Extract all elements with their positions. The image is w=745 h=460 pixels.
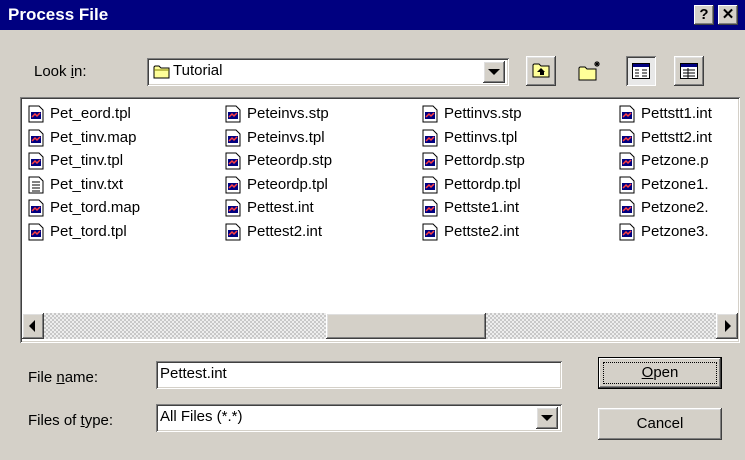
- file-name-text: Peteordp.tpl: [247, 175, 328, 193]
- window-title: Process File: [8, 5, 109, 24]
- file-name-text: Pettordp.tpl: [444, 175, 521, 193]
- file-name-text: Petzone.p: [641, 152, 709, 169]
- document-icon: [619, 152, 635, 170]
- scroll-right-button[interactable]: [716, 313, 738, 339]
- document-icon: [422, 223, 438, 241]
- file-name-text: Pettstt1.int: [641, 105, 712, 122]
- file-name-text: Pet_tord.map: [50, 199, 141, 216]
- file-name-text: Pettste2.int: [444, 222, 520, 240]
- look-in-value: Tutorial: [173, 62, 223, 79]
- list-view-button[interactable]: [626, 56, 656, 86]
- file-name-text: Pet_tinv.tpl: [50, 152, 124, 169]
- file-name-text: Pettordp.stp: [444, 152, 525, 169]
- file-name-text: Pettste1.int: [444, 199, 520, 216]
- file-name-text: Peteordp.stp: [247, 152, 333, 169]
- file-name-text: Pet_eord.tpl: [50, 105, 131, 122]
- title-bar[interactable]: Process File ? ✕: [0, 0, 745, 30]
- document-icon: [225, 105, 241, 123]
- open-button[interactable]: Open: [598, 357, 722, 389]
- horizontal-scrollbar[interactable]: [22, 313, 738, 339]
- look-in-dropdown[interactable]: Tutorial: [147, 58, 509, 86]
- file-name-text: Petzone1.: [641, 175, 709, 193]
- document-icon: [619, 105, 635, 123]
- file-name-text: Pet_tinv.map: [50, 128, 137, 146]
- document-icon: [422, 129, 438, 147]
- document-icon: [422, 199, 438, 217]
- file-name-text: Pet_tinv.txt: [50, 175, 124, 193]
- document-icon: [225, 223, 241, 241]
- scroll-thumb[interactable]: [326, 313, 486, 339]
- chevron-down-icon: [541, 415, 553, 421]
- document-icon: [422, 105, 438, 123]
- text-file-icon: [28, 176, 44, 194]
- new-folder-button[interactable]: [574, 56, 604, 86]
- file-name-text: Pettest2.int: [247, 222, 323, 240]
- document-icon: [28, 105, 44, 123]
- document-icon: [225, 152, 241, 170]
- new-folder-icon: [578, 61, 600, 81]
- help-button[interactable]: ?: [694, 5, 714, 25]
- scroll-left-button[interactable]: [22, 313, 44, 339]
- folder-icon: [153, 65, 170, 79]
- up-one-level-icon: [532, 63, 550, 78]
- focus-ring: [603, 362, 717, 384]
- document-icon: [225, 199, 241, 217]
- details-view-button[interactable]: [674, 56, 704, 86]
- file-name-text: Peteinvs.stp: [247, 105, 329, 122]
- help-icon: ?: [699, 6, 709, 23]
- list-view-icon: [632, 63, 650, 79]
- details-view-icon: [680, 63, 698, 79]
- file-type-dropdown[interactable]: All Files (*.*): [156, 404, 562, 432]
- arrow-right-icon: [725, 320, 731, 332]
- document-icon: [28, 223, 44, 241]
- file-type-value: All Files (*.*): [160, 408, 243, 425]
- arrow-left-icon: [29, 320, 35, 332]
- file-name-text: Pettinvs.tpl: [444, 128, 518, 146]
- file-name-text: Petzone3.: [641, 222, 709, 240]
- file-type-dropdown-button[interactable]: [536, 407, 558, 429]
- document-icon: [422, 176, 438, 194]
- look-in-label: Look in:: [34, 63, 87, 80]
- file-name-text: Peteinvs.tpl: [247, 128, 325, 146]
- document-icon: [28, 152, 44, 170]
- file-name-text: Pettstt2.int: [641, 128, 712, 146]
- chevron-down-icon: [488, 69, 500, 75]
- file-name-value: Pettest.int: [160, 365, 227, 382]
- scroll-track[interactable]: [44, 313, 716, 339]
- file-name-text: Pettinvs.stp: [444, 105, 522, 122]
- close-icon: ✕: [721, 6, 735, 23]
- file-name-text: Petzone2.: [641, 199, 709, 216]
- file-name-text: Pettest.int: [247, 199, 314, 216]
- document-icon: [422, 152, 438, 170]
- close-button[interactable]: ✕: [718, 5, 738, 25]
- file-name-text: Pet_tord.tpl: [50, 222, 127, 240]
- document-icon: [225, 129, 241, 147]
- document-icon: [619, 199, 635, 217]
- file-name-label: File name:: [28, 369, 99, 386]
- document-icon: [619, 223, 635, 241]
- document-icon: [28, 199, 44, 217]
- file-list[interactable]: Pet_eord.tpl Pet_tinv.map Pet_tinv.tpl Pet_…: [20, 97, 740, 343]
- process-file-dialog: Process File ? ✕ Look in: Tutorial Pet_e…: [0, 0, 745, 460]
- file-name-input[interactable]: Pettest.int: [156, 361, 562, 389]
- document-icon: [225, 176, 241, 194]
- document-icon: [619, 129, 635, 147]
- document-icon: [28, 129, 44, 147]
- up-one-level-button[interactable]: [526, 56, 556, 86]
- look-in-dropdown-button[interactable]: [483, 61, 505, 83]
- cancel-button[interactable]: Cancel: [598, 408, 722, 440]
- document-icon: [619, 176, 635, 194]
- file-type-label: Files of type:: [28, 412, 114, 429]
